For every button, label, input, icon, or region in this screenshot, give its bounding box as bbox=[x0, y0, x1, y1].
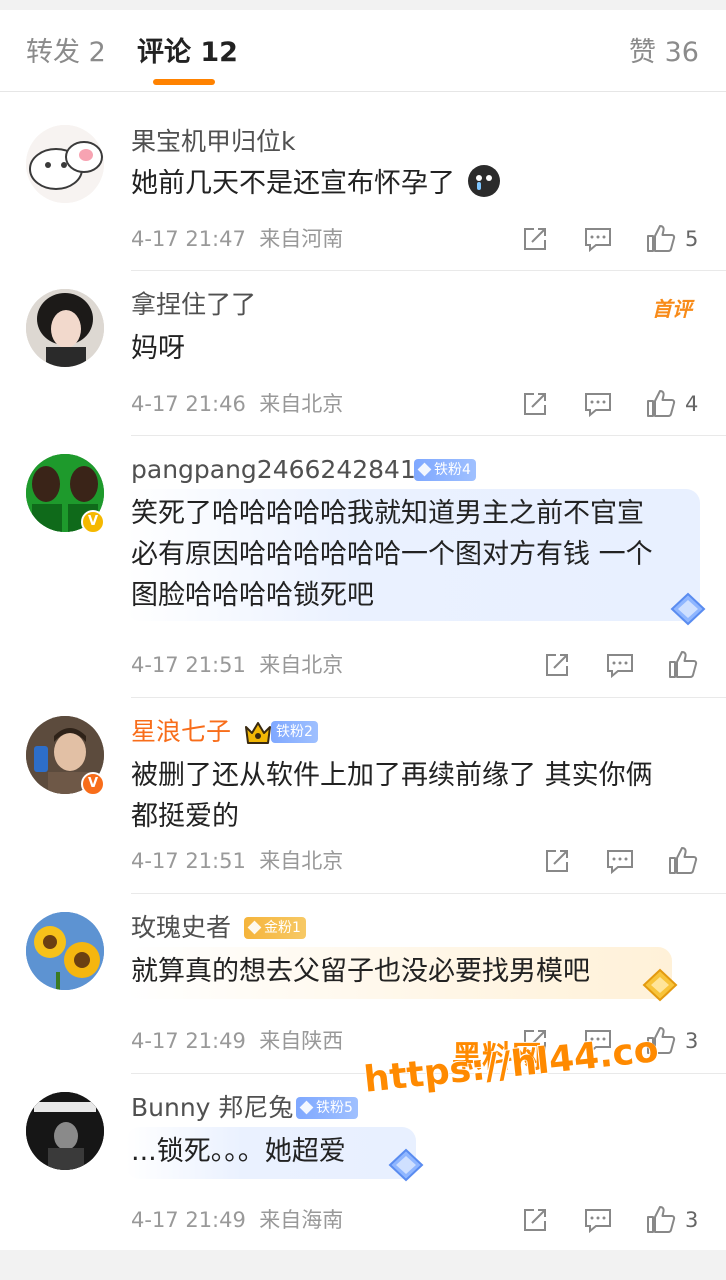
comment-item: 果宝机甲归位k 她前几天不是还宣布怀孕了 4-17 21:47 来自河南 5 bbox=[0, 108, 726, 271]
comment-text: 她前几天不是还宣布怀孕了 bbox=[131, 163, 500, 204]
avatar[interactable] bbox=[26, 912, 104, 990]
share-icon[interactable] bbox=[522, 1207, 548, 1233]
username[interactable]: pangpang2466242841 bbox=[131, 454, 416, 486]
like-icon[interactable] bbox=[646, 1204, 676, 1234]
comment-time: 4-17 21:46 bbox=[131, 392, 246, 416]
share-icon[interactable] bbox=[522, 391, 548, 417]
comment-item: V pangpang2466242841 铁粉4 笑死了哈哈哈哈哈我就知道男主之… bbox=[0, 436, 726, 698]
comment-location: 来自北京 bbox=[259, 392, 344, 416]
comment-meta: 4-17 21:49 来自陕西 bbox=[131, 1027, 343, 1055]
reply-icon[interactable] bbox=[584, 392, 612, 417]
username[interactable]: 果宝机甲归位k bbox=[131, 126, 295, 158]
diamond-icon bbox=[299, 1100, 314, 1115]
fan-level-badge: 金粉1 bbox=[244, 917, 306, 939]
username[interactable]: 玫瑰史者 bbox=[131, 912, 231, 944]
avatar[interactable] bbox=[26, 125, 104, 203]
tab-comments[interactable]: 评论 12 bbox=[137, 36, 238, 70]
comment-text: 妈呀 bbox=[131, 328, 185, 369]
first-comment-badge: 首评 bbox=[652, 297, 692, 321]
diamond-decoration-icon bbox=[388, 1148, 424, 1182]
like-icon[interactable] bbox=[668, 845, 698, 875]
top-strip bbox=[0, 0, 726, 10]
comment-text: 被删了还从软件上加了再续前缘了 其实你俩 都挺爱的 bbox=[131, 755, 653, 837]
comment-meta: 4-17 21:49 来自海南 bbox=[131, 1206, 343, 1234]
share-icon[interactable] bbox=[544, 652, 570, 678]
comment-location: 来自北京 bbox=[259, 849, 344, 873]
like-icon[interactable] bbox=[646, 223, 676, 253]
gold-diamond-decoration-icon bbox=[642, 968, 678, 1002]
comment-text: ...锁死。。。她超爱 bbox=[131, 1131, 346, 1172]
comment-meta: 4-17 21:51 来自北京 bbox=[131, 847, 343, 875]
comment-time: 4-17 21:49 bbox=[131, 1029, 246, 1053]
fan-badge-label: 金粉1 bbox=[264, 920, 301, 936]
share-icon[interactable] bbox=[522, 226, 548, 252]
comment-time: 4-17 21:49 bbox=[131, 1208, 246, 1232]
like-count: 5 bbox=[685, 227, 699, 251]
reply-icon[interactable] bbox=[606, 849, 634, 874]
comment-text-line: 必有原因哈哈哈哈哈哈一个图对方有钱 一个 bbox=[131, 539, 653, 570]
comment-text-line: 都挺爱的 bbox=[131, 801, 239, 832]
comment-location: 来自河南 bbox=[259, 227, 344, 251]
comment-location: 来自北京 bbox=[259, 653, 344, 677]
verified-badge: V bbox=[81, 510, 105, 534]
fan-badge-label: 铁粉2 bbox=[276, 724, 313, 740]
avatar[interactable] bbox=[26, 1092, 104, 1170]
like-icon[interactable] bbox=[646, 388, 676, 418]
fan-level-badge: 铁粉5 bbox=[296, 1097, 358, 1119]
comment-item: Bunny 邦尼兔 铁粉5 ...锁死。。。她超爱 4-17 21:49 来自海… bbox=[0, 1074, 726, 1250]
like-count: 3 bbox=[685, 1029, 699, 1053]
tab-repost[interactable]: 转发 2 bbox=[26, 36, 106, 70]
tab-active-indicator bbox=[153, 79, 215, 85]
comment-text-line: 就算真的想去父留子也没必要找男模吧 bbox=[131, 956, 590, 987]
comment-meta: 4-17 21:51 来自北京 bbox=[131, 651, 343, 679]
comment-time: 4-17 21:51 bbox=[131, 849, 246, 873]
fan-level-badge: 铁粉4 bbox=[414, 459, 476, 481]
comment-location: 来自海南 bbox=[259, 1208, 344, 1232]
like-count: 3 bbox=[685, 1208, 699, 1232]
comment-text: 就算真的想去父留子也没必要找男模吧 bbox=[131, 951, 590, 992]
comment-text-line: 图脸哈哈哈哈锁死吧 bbox=[131, 580, 374, 611]
fan-badge-label: 铁粉4 bbox=[434, 462, 471, 478]
comment-location: 来自陕西 bbox=[259, 1029, 344, 1053]
comment-time: 4-17 21:47 bbox=[131, 227, 246, 251]
comment-item: 拿捏住了了 首评 妈呀 4-17 21:46 来自北京 4 bbox=[0, 271, 726, 436]
comment-time: 4-17 21:51 bbox=[131, 653, 246, 677]
verified-badge: V bbox=[81, 772, 105, 796]
comment-item: V 星浪七子 铁粉2 被删了还从软件上加了再续前缘了 其实你俩 都挺爱的 4-1… bbox=[0, 698, 726, 894]
diamond-decoration-icon bbox=[670, 592, 706, 626]
reply-icon[interactable] bbox=[584, 1208, 612, 1233]
username[interactable]: Bunny 邦尼兔 bbox=[131, 1092, 293, 1124]
comment-text: 笑死了哈哈哈哈哈我就知道男主之前不官宣 必有原因哈哈哈哈哈哈一个图对方有钱 一个… bbox=[131, 493, 653, 616]
reply-icon[interactable] bbox=[584, 227, 612, 252]
comment-text-line: 被删了还从软件上加了再续前缘了 其实你俩 bbox=[131, 760, 653, 791]
comment-text-line: 她前几天不是还宣布怀孕了 bbox=[131, 168, 455, 199]
fan-badge-label: 铁粉5 bbox=[316, 1100, 353, 1116]
reply-icon[interactable] bbox=[606, 653, 634, 678]
tab-bar: 转发 2 评论 12 赞 36 bbox=[0, 10, 726, 92]
diamond-icon bbox=[247, 920, 262, 935]
comment-text-line: ...锁死。。。她超爱 bbox=[131, 1136, 346, 1167]
avatar[interactable] bbox=[26, 289, 104, 367]
diamond-icon bbox=[417, 462, 432, 477]
username[interactable]: 拿捏住了了 bbox=[131, 289, 256, 321]
crown-icon bbox=[245, 722, 271, 744]
username[interactable]: 星浪七子 bbox=[131, 716, 231, 748]
comment-meta: 4-17 21:47 来自河南 bbox=[131, 225, 343, 253]
comment-text-line: 笑死了哈哈哈哈哈我就知道男主之前不官宣 bbox=[131, 498, 644, 529]
fan-level-badge: 铁粉2 bbox=[271, 721, 318, 743]
comment-meta: 4-17 21:46 来自北京 bbox=[131, 390, 343, 418]
like-count: 4 bbox=[685, 392, 699, 416]
cry-emoji-icon bbox=[467, 165, 500, 197]
share-icon[interactable] bbox=[544, 848, 570, 874]
comment-text-line: 妈呀 bbox=[131, 333, 185, 364]
like-icon[interactable] bbox=[668, 649, 698, 679]
tab-likes[interactable]: 赞 36 bbox=[629, 36, 699, 70]
